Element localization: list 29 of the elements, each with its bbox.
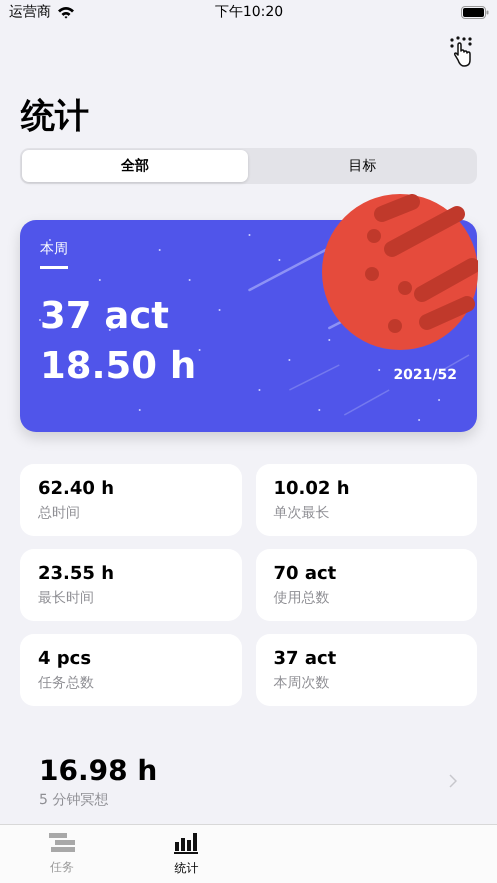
bar-chart-icon bbox=[174, 832, 198, 854]
battery-icon bbox=[460, 6, 489, 18]
activity-count: 37 act bbox=[40, 293, 170, 339]
segment-tab[interactable]: 全部 bbox=[22, 150, 248, 182]
stat-label: 本周次数 bbox=[274, 674, 330, 692]
stat-label: 总时间 bbox=[38, 504, 81, 522]
stat-value: 37 act bbox=[274, 648, 338, 669]
week-tab[interactable]: 本周 bbox=[40, 240, 68, 269]
hours-total: 18.50 h bbox=[40, 343, 196, 389]
stat-value: 23.55 h bbox=[38, 563, 116, 584]
stat-label: 任务总数 bbox=[38, 674, 95, 692]
stat-value: 10.02 h bbox=[274, 478, 351, 499]
stat-value: 62.40 h bbox=[38, 478, 116, 499]
stat-label: 使用总数 bbox=[274, 589, 330, 607]
stat-label: 单次最长 bbox=[274, 504, 330, 522]
week-number: 2021/52 bbox=[393, 367, 457, 383]
stat-value: 4 pcs bbox=[38, 648, 92, 669]
segment-tab[interactable]: 目标 bbox=[250, 150, 475, 182]
clock-time: 下午10:20 bbox=[214, 3, 284, 21]
page-title: 统计 bbox=[21, 95, 90, 138]
hand-pointer-icon[interactable] bbox=[449, 36, 473, 68]
summary-label: 5 分钟冥想 bbox=[39, 790, 110, 808]
tab-bar-item[interactable]: 统计 bbox=[124, 825, 248, 883]
stat-label: 最长时间 bbox=[38, 589, 95, 607]
carrier-label: 运营商 bbox=[9, 3, 51, 21]
wifi-icon bbox=[57, 6, 75, 18]
stat-value: 70 act bbox=[274, 563, 338, 584]
summary-value: 16.98 h bbox=[39, 754, 158, 786]
stacked-bars-icon bbox=[49, 832, 76, 852]
